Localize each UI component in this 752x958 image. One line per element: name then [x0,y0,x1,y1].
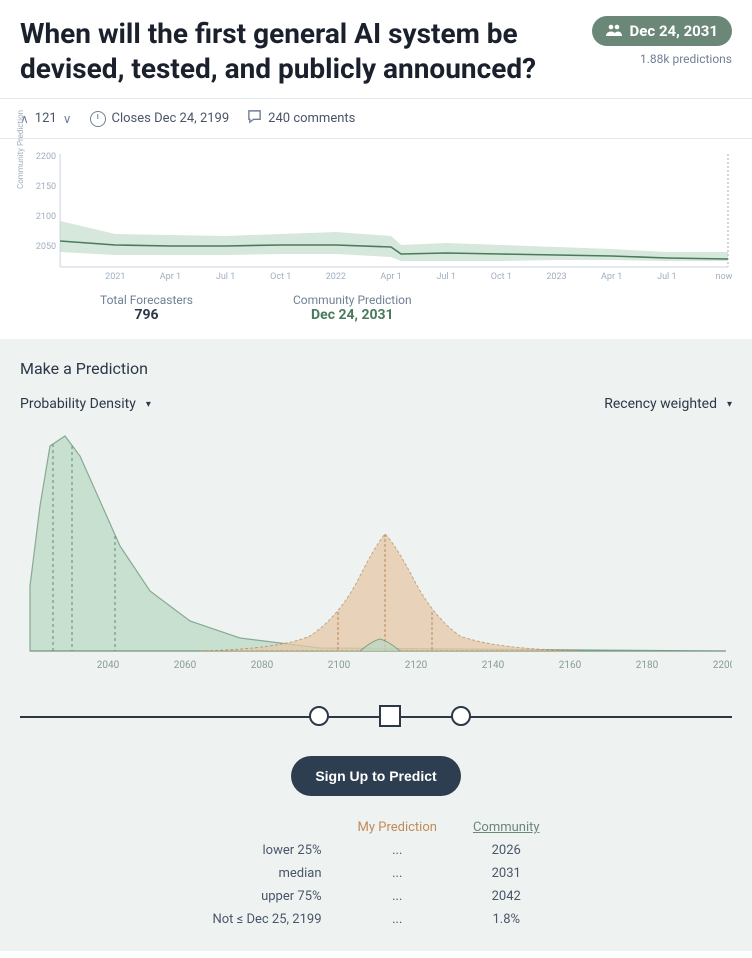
svg-text:2120: 2120 [405,660,428,671]
row-community: 2026 [455,839,558,862]
slider-handle-lower[interactable] [309,706,329,726]
ts-stat-value: Dec 24, 2031 [293,307,412,323]
svg-text:2050: 2050 [36,242,56,252]
row-my: ... [340,839,455,862]
chevron-down-icon: ▾ [727,399,732,410]
row-label: median [194,862,339,885]
table-row: Not ≤ Dec 25, 2199 ... 1.8% [194,908,557,931]
people-icon [606,22,622,40]
table-row: upper 75% ... 2042 [194,885,557,908]
prediction-stats-table: My Prediction Community lower 25% ... 20… [194,816,557,931]
row-label: lower 25% [194,839,339,862]
svg-text:Oct 1: Oct 1 [491,272,512,282]
question-title: When will the first general AI system be… [20,16,576,86]
meta-row: ∧ 121 ∨ Closes Dec 24, 2199 240 comments [0,98,752,139]
badge-value: Dec 24, 2031 [630,22,718,40]
row-label: Not ≤ Dec 25, 2199 [194,908,339,931]
predictions-count: 1.88k predictions [640,52,732,66]
slider-track [20,716,732,718]
ts-stat-label: Total Forecasters [100,293,193,307]
svg-text:Apr 1: Apr 1 [160,272,181,282]
my-prediction-header: My Prediction [340,816,455,839]
signup-button[interactable]: Sign Up to Predict [291,756,460,796]
vote-control: ∧ 121 ∨ [20,111,72,126]
density-type-dropdown[interactable]: Probability Density ▾ [20,396,151,412]
svg-text:2200: 2200 [713,660,732,671]
svg-text:Apr 1: Apr 1 [601,272,622,282]
closes-label: Closes Dec 24, 2199 [112,111,230,126]
svg-text:2140: 2140 [482,660,505,671]
weighting-dropdown[interactable]: Recency weighted ▾ [604,396,732,412]
svg-text:2100: 2100 [36,212,56,222]
prediction-slider[interactable] [20,696,732,736]
svg-text:Jul 1: Jul 1 [436,272,455,282]
svg-text:2060: 2060 [174,660,197,671]
svg-text:2040: 2040 [97,660,120,671]
ts-stat: Total Forecasters 796 [100,293,193,323]
comments-link[interactable]: 240 comments [247,109,355,128]
svg-text:Oct 1: Oct 1 [270,272,291,282]
svg-text:2160: 2160 [559,660,582,671]
ts-ylabel: Community Prediction [16,110,25,189]
svg-text:now: now [716,272,732,282]
closes-info: Closes Dec 24, 2199 [90,111,230,127]
ts-stat-value: 796 [100,307,193,323]
svg-text:2150: 2150 [36,182,56,192]
table-row: lower 25% ... 2026 [194,839,557,862]
chevron-down-icon: ▾ [146,399,151,410]
row-community: 2042 [455,885,558,908]
svg-text:2180: 2180 [636,660,659,671]
row-community: 1.8% [455,908,558,931]
row-my: ... [340,862,455,885]
clock-icon [90,111,106,127]
comment-icon [247,109,262,128]
community-prediction-badge: Dec 24, 2031 [592,16,732,46]
downvote-icon[interactable]: ∨ [63,112,72,126]
ts-stat-label: Community Prediction [293,293,412,307]
table-row: median ... 2031 [194,862,557,885]
row-community: 2031 [455,862,558,885]
row-my: ... [340,885,455,908]
community-header[interactable]: Community [455,816,558,839]
dropdown-label: Probability Density [20,396,136,412]
dropdown-label: Recency weighted [604,396,717,412]
svg-text:2080: 2080 [251,660,274,671]
svg-text:2023: 2023 [546,272,566,282]
predict-title: Make a Prediction [20,359,732,378]
slider-handle-upper[interactable] [451,706,471,726]
ts-stat: Community Prediction Dec 24, 2031 [293,293,412,323]
svg-text:Apr 1: Apr 1 [380,272,401,282]
svg-text:2022: 2022 [326,272,346,282]
svg-text:Jul 1: Jul 1 [657,272,676,282]
svg-text:Jul 1: Jul 1 [216,272,235,282]
svg-text:2021: 2021 [105,272,125,282]
vote-count: 121 [35,111,57,126]
comments-label: 240 comments [268,111,355,126]
svg-text:2200: 2200 [36,152,56,162]
row-my: ... [340,908,455,931]
svg-text:2100: 2100 [328,660,351,671]
slider-handle-median[interactable] [379,705,401,727]
density-chart: 2040 2060 2080 2100 2120 2140 2160 2180 2200 [20,426,732,676]
timeseries-chart: Community Prediction 2200 2150 2100 2050… [20,149,732,289]
row-label: upper 75% [194,885,339,908]
